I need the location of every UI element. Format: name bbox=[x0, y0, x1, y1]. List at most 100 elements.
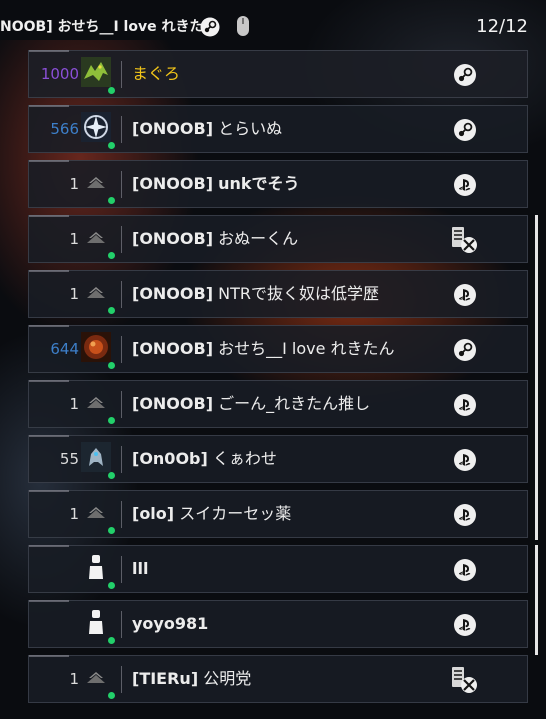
online-indicator bbox=[108, 307, 115, 314]
clan-tag: [ONOOB] bbox=[132, 229, 214, 248]
player-name-text: unkでそう bbox=[218, 174, 300, 193]
player-row[interactable]: 566 [ONOOB] とらいぬ bbox=[28, 105, 528, 153]
player-count: 12/12 bbox=[476, 16, 528, 37]
player-row[interactable]: lll bbox=[28, 545, 528, 593]
steam-icon bbox=[200, 17, 220, 37]
player-name: まぐろ bbox=[132, 51, 180, 97]
player-row[interactable]: 1000 まぐろ bbox=[28, 50, 528, 98]
player-row[interactable]: 1 [ONOOB] unkでそう bbox=[28, 160, 528, 208]
divider bbox=[121, 336, 122, 363]
player-name: [ONOOB] NTRで抜く奴は低学歴 bbox=[132, 271, 379, 317]
player-name: [ONOOB] おせち__I love れきたん bbox=[132, 326, 395, 372]
divider bbox=[121, 61, 122, 88]
player-name: [TIERu] 公明党 bbox=[132, 656, 251, 702]
mech-avatar bbox=[81, 442, 111, 472]
dragon-avatar bbox=[81, 57, 111, 87]
divider bbox=[121, 611, 122, 638]
online-indicator bbox=[108, 417, 115, 424]
player-row[interactable]: 1 [ONOOB] おぬーくん bbox=[28, 215, 528, 263]
scrollbar-segment-lower[interactable] bbox=[535, 545, 538, 655]
player-name-text: おせち__I love れきたん bbox=[218, 339, 395, 358]
orb-avatar bbox=[81, 332, 111, 362]
pawn-avatar bbox=[81, 607, 111, 637]
online-indicator bbox=[108, 252, 115, 259]
clan-tag: [ONOOB] bbox=[132, 339, 214, 358]
player-name: [ONOOB] ごーん_れきたん推し bbox=[132, 381, 370, 427]
host-title: NOOB] おせち__I love れきたん bbox=[0, 19, 218, 35]
divider bbox=[121, 171, 122, 198]
player-level bbox=[29, 546, 79, 592]
divider bbox=[121, 666, 122, 693]
online-indicator bbox=[108, 472, 115, 479]
chevron-avatar bbox=[81, 662, 111, 692]
player-level: 55 bbox=[59, 450, 79, 468]
player-name-text: とらいぬ bbox=[218, 119, 283, 138]
divider bbox=[121, 556, 122, 583]
divider bbox=[121, 116, 122, 143]
player-row[interactable]: 1 [ONOOB] NTRで抜く奴は低学歴 bbox=[28, 270, 528, 318]
player-row[interactable]: 644 [ONOOB] おせち__I love れきたん bbox=[28, 325, 528, 373]
player-name-text: yoyo981 bbox=[132, 614, 209, 633]
chevron-avatar bbox=[81, 277, 111, 307]
player-name-text: くぁわせ bbox=[212, 449, 277, 468]
clan-tag: [ONOOB] bbox=[132, 119, 214, 138]
player-row[interactable]: 55 [On0Ob] くぁわせ bbox=[28, 435, 528, 483]
mouse-icon bbox=[237, 16, 249, 36]
player-level: 1 bbox=[69, 395, 79, 413]
clan-tag: [ONOOB] bbox=[132, 284, 214, 303]
online-indicator bbox=[108, 527, 115, 534]
player-name-text: lll bbox=[132, 559, 149, 578]
player-level: 1 bbox=[69, 285, 79, 303]
player-name-text: NTRで抜く奴は低学歴 bbox=[218, 284, 379, 303]
player-row[interactable]: 1 [olo] スイカーセッ薬 bbox=[28, 490, 528, 538]
clan-tag: [olo] bbox=[132, 504, 175, 523]
player-level: 1 bbox=[69, 175, 79, 193]
divider bbox=[121, 446, 122, 473]
player-name: [ONOOB] unkでそう bbox=[132, 161, 300, 207]
chevron-avatar bbox=[81, 497, 111, 527]
player-level: 1 bbox=[69, 670, 79, 688]
player-name-text: まぐろ bbox=[132, 64, 181, 83]
clan-tag: [On0Ob] bbox=[132, 449, 208, 468]
online-indicator bbox=[108, 197, 115, 204]
player-name-text: スイカーセッ薬 bbox=[179, 504, 292, 523]
player-name: [ONOOB] とらいぬ bbox=[132, 106, 282, 152]
divider bbox=[121, 281, 122, 308]
player-name: lll bbox=[132, 546, 148, 592]
divider bbox=[121, 391, 122, 418]
chevron-avatar bbox=[81, 167, 111, 197]
player-level: 566 bbox=[50, 120, 79, 138]
player-name: [olo] スイカーセッ薬 bbox=[132, 491, 291, 537]
lobby-header: NOOB] おせち__I love れきたん 12/12 bbox=[0, 0, 546, 50]
online-indicator bbox=[108, 362, 115, 369]
player-name-text: おぬーくん bbox=[218, 229, 299, 248]
player-name: [On0Ob] くぁわせ bbox=[132, 436, 277, 482]
player-row[interactable]: 1 [ONOOB] ごーん_れきたん推し bbox=[28, 380, 528, 428]
player-name: yoyo981 bbox=[132, 601, 208, 647]
online-indicator bbox=[108, 582, 115, 589]
player-level: 644 bbox=[50, 340, 79, 358]
divider bbox=[121, 226, 122, 253]
clan-tag: [TIERu] bbox=[132, 669, 199, 688]
clan-tag: [ONOOB] bbox=[132, 394, 214, 413]
player-name: [ONOOB] おぬーくん bbox=[132, 216, 298, 262]
player-row[interactable]: 1 [TIERu] 公明党 bbox=[28, 655, 528, 703]
pawn-avatar bbox=[81, 552, 111, 582]
player-row[interactable]: yoyo981 bbox=[28, 600, 528, 648]
divider bbox=[121, 501, 122, 528]
chevron-avatar bbox=[81, 387, 111, 417]
chevron-avatar bbox=[81, 222, 111, 252]
online-indicator bbox=[108, 87, 115, 94]
player-level bbox=[29, 601, 79, 647]
player-name-text: 公明党 bbox=[203, 669, 252, 688]
clan-tag: [ONOOB] bbox=[132, 174, 214, 193]
scrollbar-segment-upper[interactable] bbox=[535, 215, 538, 540]
crest-avatar bbox=[81, 112, 111, 142]
player-name-text: ごーん_れきたん推し bbox=[218, 394, 371, 413]
player-level: 1000 bbox=[40, 65, 79, 83]
player-level: 1 bbox=[69, 230, 79, 248]
online-indicator bbox=[108, 142, 115, 149]
online-indicator bbox=[108, 637, 115, 644]
player-list: 1000 まぐろ 566 [ONOOB] とらいぬ 1 [ONOOB] unkでそう 1 [O… bbox=[28, 50, 528, 710]
online-indicator bbox=[108, 692, 115, 699]
